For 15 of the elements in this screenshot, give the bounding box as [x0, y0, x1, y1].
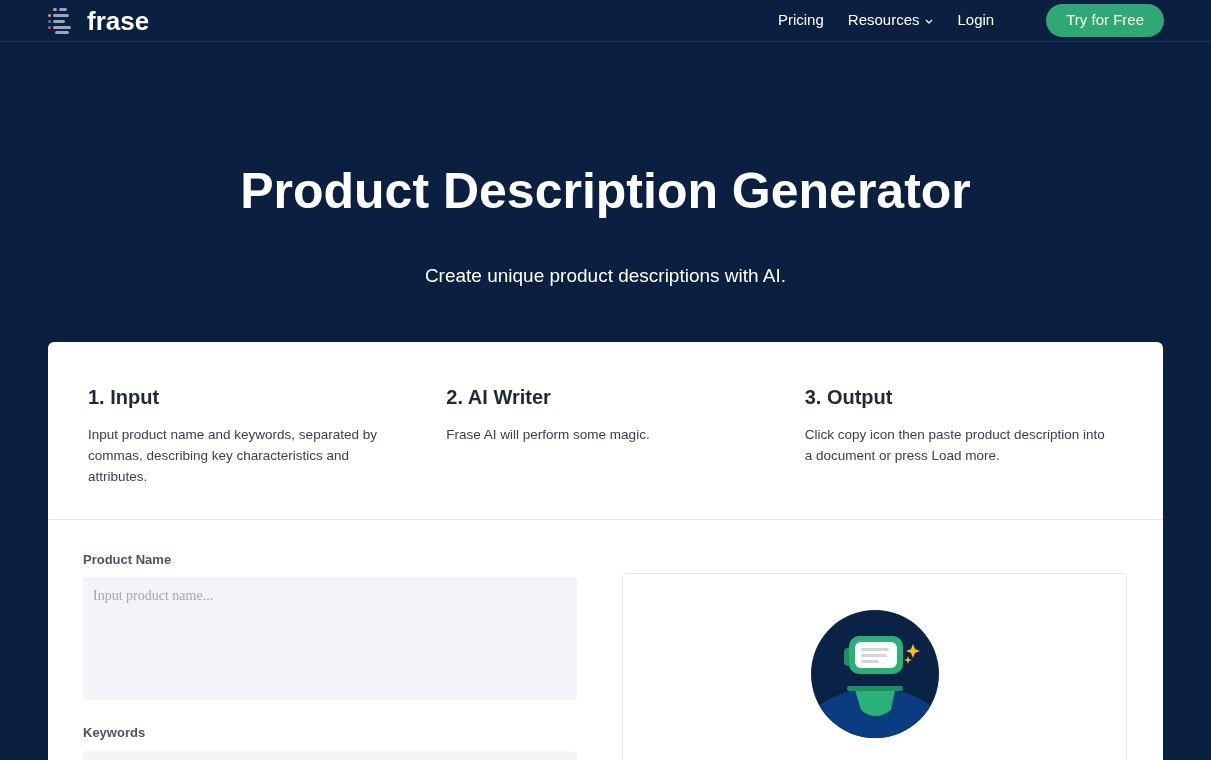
- nav-link[interactable]: Login: [957, 9, 995, 32]
- field-label: Keywords: [83, 724, 147, 742]
- step-description: Frase AI will perform some magic.: [446, 425, 651, 444]
- nav-link[interactable]: Pricing: [777, 9, 824, 32]
- page-subtitle: Create unique product descriptions with AI.: [424, 264, 787, 288]
- nav-dropdown[interactable]: Resources: [847, 9, 934, 32]
- page-title: Product Description Generator: [240, 166, 971, 216]
- input-field[interactable]: Input product name...: [83, 577, 577, 700]
- step-description: Input product name and keywords, separated by commas, describing key characteristics and attributes.: [88, 425, 378, 486]
- step-title: 1. Input: [88, 384, 161, 410]
- step-title: 2. AI Writer: [446, 384, 552, 410]
- field-label: Product Name: [83, 550, 173, 569]
- brand-name[interactable]: frase: [87, 7, 150, 34]
- step-title: 3. Output: [804, 384, 894, 410]
- step-description: Click copy icon then paste product description into a document or press Load more.: [804, 425, 1106, 465]
